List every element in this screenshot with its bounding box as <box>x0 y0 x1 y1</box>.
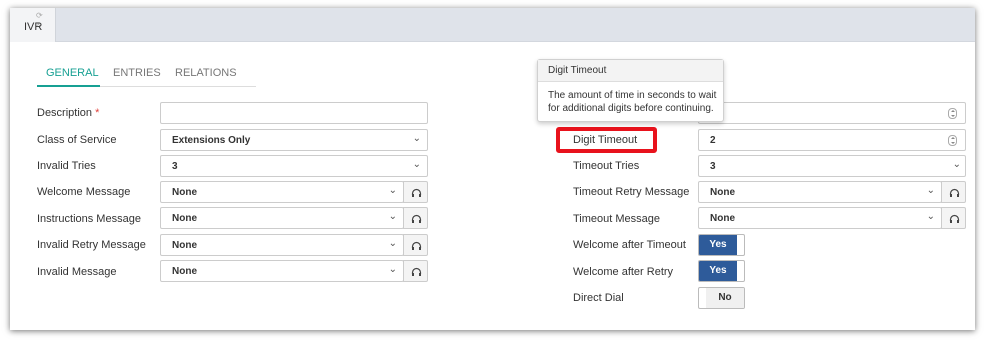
toggle-state-label: Yes <box>699 261 737 281</box>
timeout-retry-message-label: Timeout Retry Message <box>573 186 690 198</box>
direct-dial-label: Direct Dial <box>573 292 624 304</box>
digit-timeout-highlight-box <box>556 127 657 153</box>
invalid-tries-label: Invalid Tries <box>37 160 96 172</box>
welcome-after-timeout-toggle[interactable]: Yes <box>698 234 745 256</box>
window-tab-label: IVR <box>24 21 43 33</box>
headphones-icon <box>411 214 422 223</box>
class-of-service-label: Class of Service <box>37 134 117 146</box>
headphones-icon <box>411 267 422 276</box>
timeout-retry-message-select[interactable]: None ⌄ <box>698 181 942 203</box>
tooltip-title: Digit Timeout <box>538 60 723 82</box>
class-of-service-value: Extensions Only <box>172 135 251 146</box>
welcome-message-value: None <box>172 187 197 198</box>
chevron-down-icon: ⌄ <box>412 159 421 170</box>
description-input[interactable] <box>160 102 428 124</box>
chevron-down-icon: ⌄ <box>388 264 397 275</box>
welcome-after-retry-toggle[interactable]: Yes <box>698 260 745 282</box>
headphones-icon <box>411 241 422 250</box>
chevron-down-icon: ⌄ <box>388 185 397 196</box>
direct-dial-toggle[interactable]: No <box>698 287 745 309</box>
active-tab-indicator <box>37 85 100 87</box>
invalid-retry-message-value: None <box>172 240 197 251</box>
tab-divider <box>100 86 256 87</box>
timeout-message-value: None <box>710 213 735 224</box>
play-headphones-button[interactable] <box>403 234 428 256</box>
digit-timeout-value: 2 <box>710 135 716 146</box>
chevron-down-icon: ⌄ <box>388 238 397 249</box>
welcome-message-select[interactable]: None ⌄ <box>160 181 404 203</box>
window-tab-bar: ⟳ × IVR <box>10 8 975 42</box>
invalid-tries-select[interactable]: 3 ⌄ <box>160 155 428 177</box>
timeout-message-label: Timeout Message <box>573 213 661 225</box>
instructions-message-select[interactable]: None ⌄ <box>160 207 404 229</box>
timeout-message-select[interactable]: None ⌄ <box>698 207 942 229</box>
chevron-down-icon: ⌄ <box>926 185 935 196</box>
toggle-state-label: Yes <box>699 235 737 255</box>
class-of-service-select[interactable]: Extensions Only ⌄ <box>160 129 428 151</box>
welcome-after-timeout-label: Welcome after Timeout <box>573 239 686 251</box>
tooltip-body: The amount of time in seconds to wait fo… <box>548 90 717 114</box>
chevron-down-icon: ⌄ <box>412 133 421 144</box>
instructions-message-value: None <box>172 213 197 224</box>
play-headphones-button[interactable] <box>941 207 966 229</box>
spinner-icon[interactable] <box>948 108 957 119</box>
description-label: Description * <box>37 107 100 119</box>
headphones-icon <box>411 188 422 197</box>
hidden-number-input[interactable] <box>698 102 966 124</box>
invalid-retry-message-label: Invalid Retry Message <box>37 239 146 251</box>
chevron-down-icon: ⌄ <box>952 159 961 170</box>
play-headphones-button[interactable] <box>941 181 966 203</box>
toggle-state-label: No <box>706 288 744 308</box>
welcome-message-label: Welcome Message <box>37 186 131 198</box>
timeout-tries-select[interactable]: 3 ⌄ <box>698 155 966 177</box>
invalid-message-label: Invalid Message <box>37 266 117 278</box>
required-marker: * <box>95 107 100 119</box>
spinner-icon[interactable] <box>948 135 957 146</box>
invalid-tries-value: 3 <box>172 161 178 172</box>
chevron-down-icon: ⌄ <box>388 211 397 222</box>
invalid-retry-message-select[interactable]: None ⌄ <box>160 234 404 256</box>
headphones-icon <box>949 214 960 223</box>
welcome-after-retry-label: Welcome after Retry <box>573 266 674 278</box>
timeout-retry-message-value: None <box>710 187 735 198</box>
digit-timeout-tooltip: Digit Timeout The amount of time in seco… <box>537 59 724 122</box>
digit-timeout-input[interactable]: 2 <box>698 129 966 151</box>
chevron-down-icon: ⌄ <box>926 211 935 222</box>
play-headphones-button[interactable] <box>403 181 428 203</box>
invalid-message-select[interactable]: None ⌄ <box>160 260 404 282</box>
instructions-message-label: Instructions Message <box>37 213 141 225</box>
play-headphones-button[interactable] <box>403 260 428 282</box>
headphones-icon <box>949 188 960 197</box>
window-tab-ivr[interactable]: ⟳ × IVR <box>10 8 56 42</box>
invalid-message-value: None <box>172 266 197 277</box>
play-headphones-button[interactable] <box>403 207 428 229</box>
timeout-tries-value: 3 <box>710 161 716 172</box>
timeout-tries-label: Timeout Tries <box>573 160 640 172</box>
